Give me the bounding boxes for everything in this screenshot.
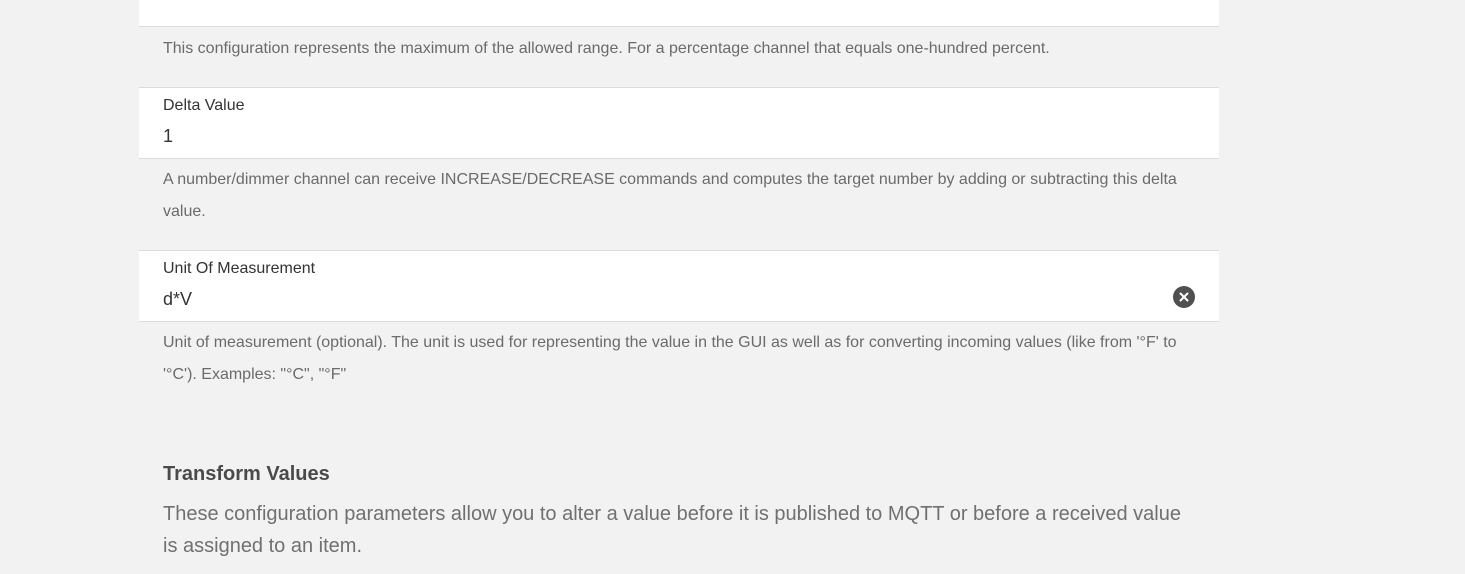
transform-values-description: These configuration parameters allow you… — [163, 503, 1181, 557]
transform-values-heading: Transform Values — [163, 463, 330, 485]
x-mark-icon — [1179, 292, 1189, 302]
unit-of-measurement-hint: Unit of measurement (optional). The unit… — [163, 334, 1177, 383]
delta-value-label: Delta Value — [163, 97, 245, 114]
unit-of-measurement-label: Unit Of Measurement — [163, 260, 316, 277]
delta-value-hint: A number/dimmer channel can receive INCR… — [163, 171, 1177, 220]
delta-value-field[interactable]: Delta Value 1 — [139, 87, 1219, 159]
maximum-field[interactable] — [139, 0, 1219, 27]
channel-config-page: This configuration represents the maximu… — [0, 0, 1465, 574]
delta-value-input[interactable]: 1 — [163, 124, 173, 148]
unit-of-measurement-field[interactable]: Unit Of Measurement d*V — [139, 250, 1219, 322]
unit-of-measurement-input[interactable]: d*V — [163, 287, 192, 311]
close-circle-icon[interactable] — [1173, 286, 1195, 308]
maximum-hint: This configuration represents the maximu… — [163, 40, 1050, 57]
